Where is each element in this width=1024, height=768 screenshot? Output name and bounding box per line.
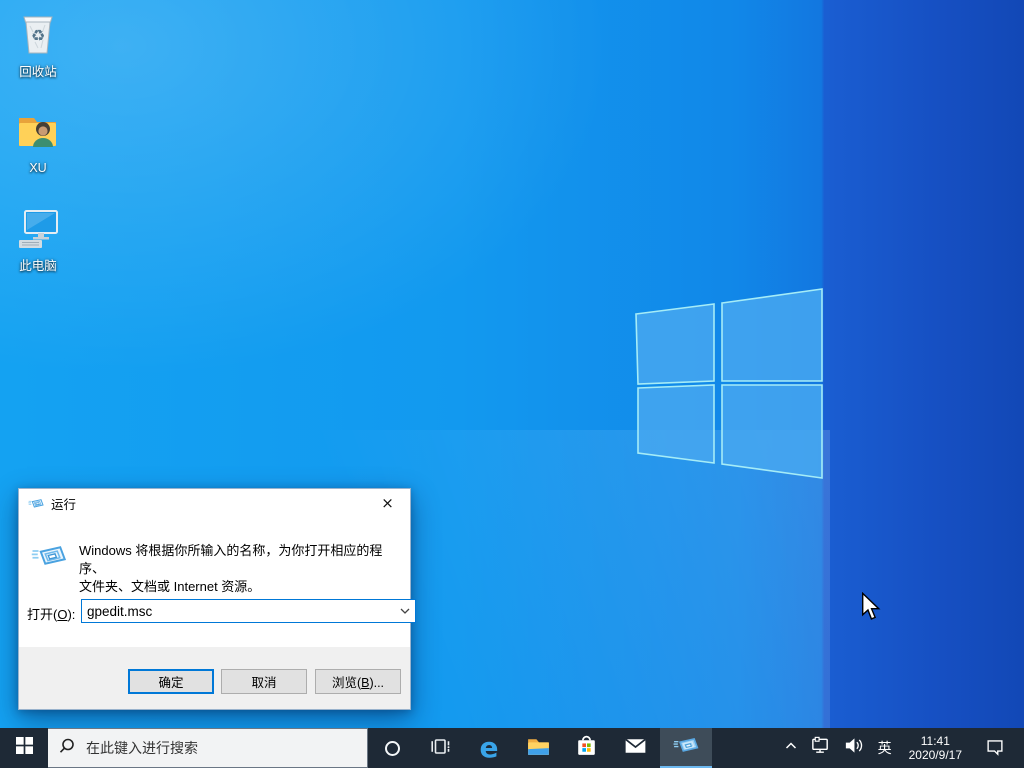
desktop-icon-this-pc[interactable]: 此电脑 — [0, 204, 76, 273]
desktop-icon-label: 此电脑 — [19, 259, 57, 273]
cortana-icon — [384, 740, 400, 756]
network-ethernet-icon — [810, 735, 831, 761]
run-dialog-titlebar[interactable]: 运行 — [19, 489, 410, 518]
run-dialog-icon — [28, 496, 44, 512]
desktop-icon-label: XU — [29, 161, 47, 175]
run-body-icon — [31, 539, 67, 580]
run-app-icon — [673, 733, 699, 764]
edge-icon: e — [479, 731, 499, 764]
speaker-icon — [843, 735, 864, 761]
windows-logo-wallpaper — [635, 288, 823, 479]
store-button[interactable] — [562, 728, 610, 768]
run-dialog-description: Windows 将根据你所输入的名称，为你打开相应的程序、 文件夹、文档或 In… — [79, 542, 399, 596]
cancel-button[interactable]: 取消 — [221, 669, 307, 694]
open-combobox — [81, 599, 416, 623]
edge-button[interactable]: e — [464, 728, 514, 768]
tray-show-hidden-icons-button[interactable] — [779, 728, 803, 768]
tray-ime-indicator[interactable]: 英 — [871, 728, 899, 768]
svg-text:♻: ♻ — [31, 26, 45, 45]
chevron-down-icon[interactable] — [395, 600, 415, 622]
browse-button[interactable]: 浏览(B)... — [315, 669, 401, 694]
start-button[interactable] — [0, 728, 48, 768]
file-explorer-button[interactable] — [514, 728, 562, 768]
user-folder-icon — [0, 106, 76, 159]
tray-time: 11:41 — [920, 734, 950, 748]
mail-button[interactable] — [610, 728, 660, 768]
desktop-icon-label: 回收站 — [19, 65, 57, 79]
task-view-button[interactable] — [416, 728, 464, 768]
open-input[interactable] — [82, 600, 395, 622]
task-view-icon — [428, 734, 452, 763]
this-pc-icon — [0, 204, 76, 257]
action-center-icon — [984, 735, 1006, 762]
store-icon — [573, 732, 600, 764]
tray-volume-button[interactable] — [838, 728, 869, 768]
search-icon — [58, 737, 76, 760]
taskbar-run-app-button[interactable] — [660, 728, 712, 768]
chevron-up-icon — [784, 739, 798, 758]
description-line2: 文件夹、文档或 Internet 资源。 — [79, 579, 261, 594]
system-tray: 英 11:41 2020/9/17 — [779, 728, 1024, 768]
taskbar-spacer — [712, 728, 779, 768]
action-center-button[interactable] — [972, 728, 1018, 768]
tray-network-button[interactable] — [805, 728, 836, 768]
tray-date: 2020/9/17 — [908, 748, 962, 762]
windows-start-icon — [15, 737, 33, 759]
taskbar: e — [0, 728, 1024, 768]
search-input[interactable] — [86, 740, 357, 756]
close-icon[interactable]: × — [365, 489, 410, 518]
cortana-button[interactable] — [368, 728, 416, 768]
open-field-label: 打开(O): — [27, 607, 76, 622]
ok-button[interactable]: 确定 — [128, 669, 214, 694]
run-dialog: 运行 × Windows 将根据你所输入的名称，为你打开相应的程序、 文件夹、文… — [18, 488, 416, 710]
desktop-icon-recycle-bin[interactable]: ♻ 回收站 — [0, 10, 76, 79]
desktop-icon-user-folder[interactable]: XU — [0, 106, 76, 175]
run-dialog-title: 运行 — [51, 498, 77, 512]
taskbar-search-box[interactable] — [48, 728, 368, 768]
mail-icon — [622, 732, 649, 764]
file-explorer-icon — [525, 732, 552, 764]
recycle-bin-icon: ♻ — [0, 10, 76, 63]
tray-clock[interactable]: 11:41 2020/9/17 — [901, 728, 970, 768]
description-line1: Windows 将根据你所输入的名称，为你打开相应的程序、 — [79, 543, 383, 576]
